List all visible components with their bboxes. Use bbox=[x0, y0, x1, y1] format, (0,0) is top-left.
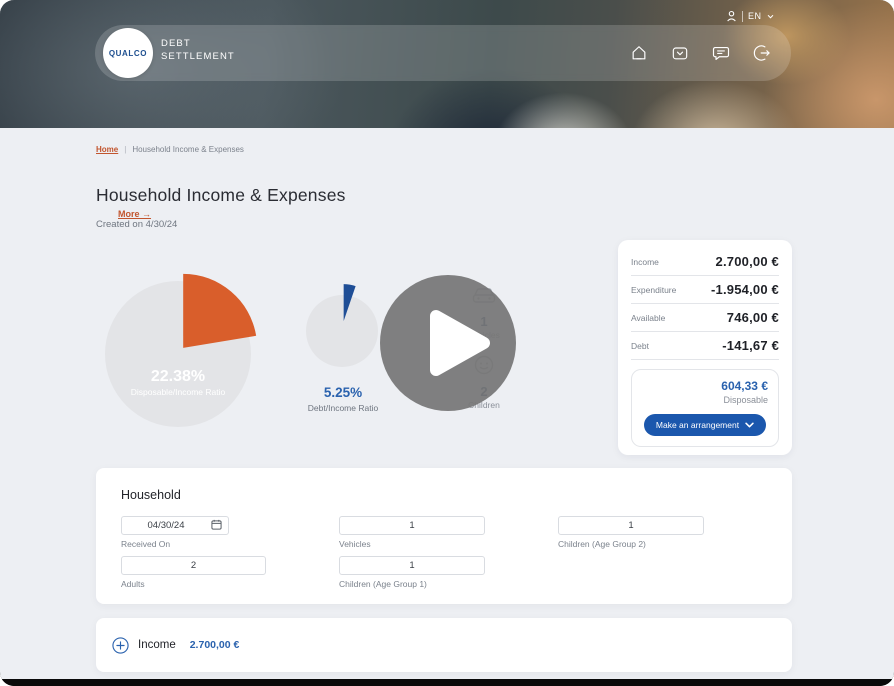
disposable-card: 604,33 € Disposable Make an arrangement bbox=[631, 369, 779, 447]
children-age1-field: Children (Age Group 1) bbox=[339, 555, 485, 589]
disposable-ratio-label: Disposable/Income Ratio bbox=[118, 387, 238, 398]
app-page: EN QUALCO DEBT SETTLEMENT bbox=[0, 0, 894, 679]
chat-icon[interactable] bbox=[710, 42, 732, 64]
vehicles-input[interactable] bbox=[339, 516, 485, 535]
video-bottom-bar bbox=[0, 679, 894, 686]
disposable-amount: 604,33 € bbox=[642, 379, 768, 393]
qualco-logo[interactable]: QUALCO bbox=[103, 28, 153, 78]
chevron-down-icon bbox=[745, 422, 754, 428]
app-title: DEBT SETTLEMENT bbox=[161, 37, 235, 63]
disposable-slice bbox=[183, 274, 256, 348]
inbox-icon[interactable] bbox=[669, 42, 691, 64]
disposable-label: Disposable bbox=[642, 395, 768, 405]
disposable-income-pie-chart bbox=[98, 262, 264, 442]
adults-input[interactable] bbox=[121, 556, 266, 575]
adults-field: Adults bbox=[121, 555, 266, 589]
income-section-amount: 2.700,00 € bbox=[190, 639, 240, 651]
income-section-label: Income bbox=[138, 639, 176, 651]
income-section-card[interactable]: Income 2.700,00 € bbox=[96, 618, 792, 672]
chevron-down-icon bbox=[767, 14, 774, 19]
breadcrumb: Home | Household Income & Expenses bbox=[96, 145, 244, 154]
debt-ratio-label: Debt/Income Ratio bbox=[293, 403, 393, 413]
summary-row-debt: Debt -141,67 € bbox=[631, 332, 779, 360]
expand-plus-icon[interactable] bbox=[112, 637, 129, 654]
play-icon bbox=[380, 275, 516, 411]
children-age1-input[interactable] bbox=[339, 556, 485, 575]
debt-income-pie-chart bbox=[300, 282, 386, 377]
logo-text: QUALCO bbox=[109, 49, 147, 58]
make-arrangement-button[interactable]: Make an arrangement bbox=[644, 414, 766, 436]
breadcrumb-home-link[interactable]: Home bbox=[96, 145, 118, 154]
household-title: Household bbox=[121, 488, 181, 502]
children-age2-field: Children (Age Group 2) bbox=[558, 515, 704, 549]
language-label[interactable]: EN bbox=[748, 11, 762, 21]
navbar: QUALCO DEBT SETTLEMENT bbox=[95, 25, 791, 81]
more-link[interactable]: More → bbox=[118, 209, 151, 219]
divider bbox=[742, 11, 743, 22]
breadcrumb-current: Household Income & Expenses bbox=[132, 145, 244, 154]
video-frame: EN QUALCO DEBT SETTLEMENT bbox=[0, 0, 894, 686]
debt-ratio-value: 5.25% bbox=[293, 385, 393, 400]
summary-row-expenditure: Expenditure -1.954,00 € bbox=[631, 276, 779, 304]
breadcrumb-separator: | bbox=[124, 145, 126, 154]
nav-icons bbox=[628, 25, 773, 81]
household-card: Household Received On Vehicles Children … bbox=[96, 468, 792, 604]
vehicles-field: Vehicles bbox=[339, 515, 485, 549]
created-on-label: Created on 4/30/24 bbox=[96, 219, 177, 230]
calendar-icon[interactable] bbox=[211, 519, 222, 530]
children-age2-input[interactable] bbox=[558, 516, 704, 535]
children-age2-label: Children (Age Group 2) bbox=[558, 539, 704, 549]
received-on-field: Received On bbox=[121, 515, 229, 549]
page-title: Household Income & Expenses bbox=[96, 185, 346, 206]
adults-label: Adults bbox=[121, 579, 266, 589]
account-language-switcher[interactable]: EN bbox=[726, 8, 774, 24]
summary-row-income: Income 2.700,00 € bbox=[631, 248, 779, 276]
home-icon[interactable] bbox=[628, 42, 650, 64]
disposable-ratio-value: 22.38% bbox=[113, 368, 243, 386]
video-play-button[interactable] bbox=[380, 275, 516, 411]
received-on-label: Received On bbox=[121, 539, 229, 549]
hero-photo: EN QUALCO DEBT SETTLEMENT bbox=[0, 0, 894, 128]
user-icon bbox=[726, 10, 737, 22]
summary-row-available: Available 746,00 € bbox=[631, 304, 779, 332]
children-age1-label: Children (Age Group 1) bbox=[339, 579, 485, 589]
financial-summary-card: Income 2.700,00 € Expenditure -1.954,00 … bbox=[618, 240, 792, 455]
vehicles-field-label: Vehicles bbox=[339, 539, 485, 549]
logout-icon[interactable] bbox=[751, 42, 773, 64]
